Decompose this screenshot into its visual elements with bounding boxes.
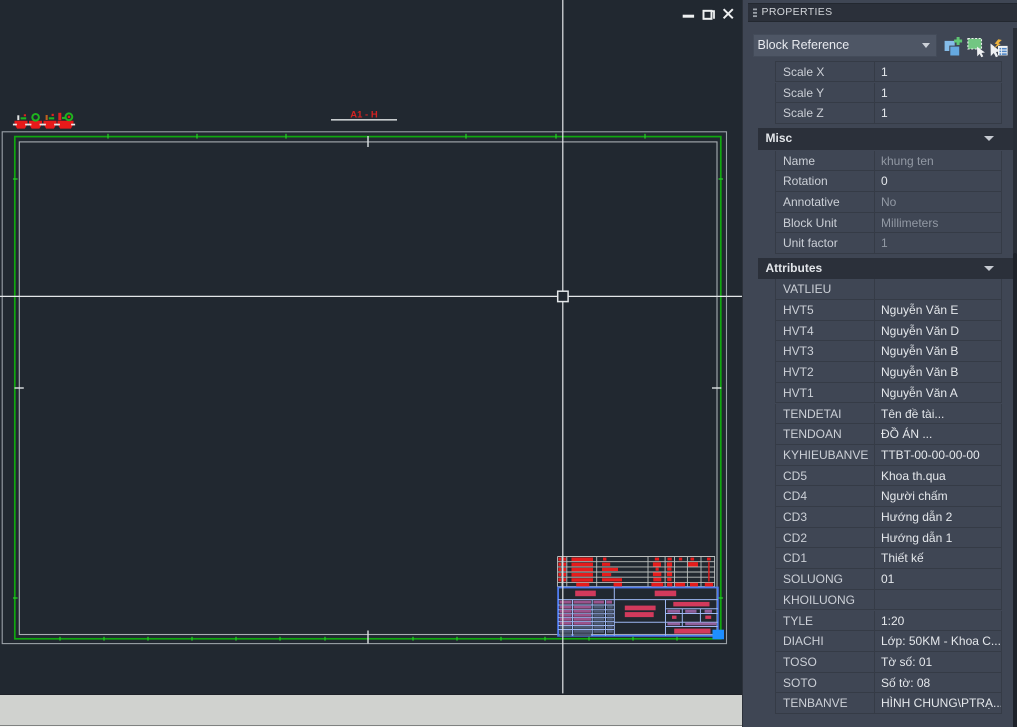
svg-text:A1 - H: A1 - H: [350, 110, 378, 121]
